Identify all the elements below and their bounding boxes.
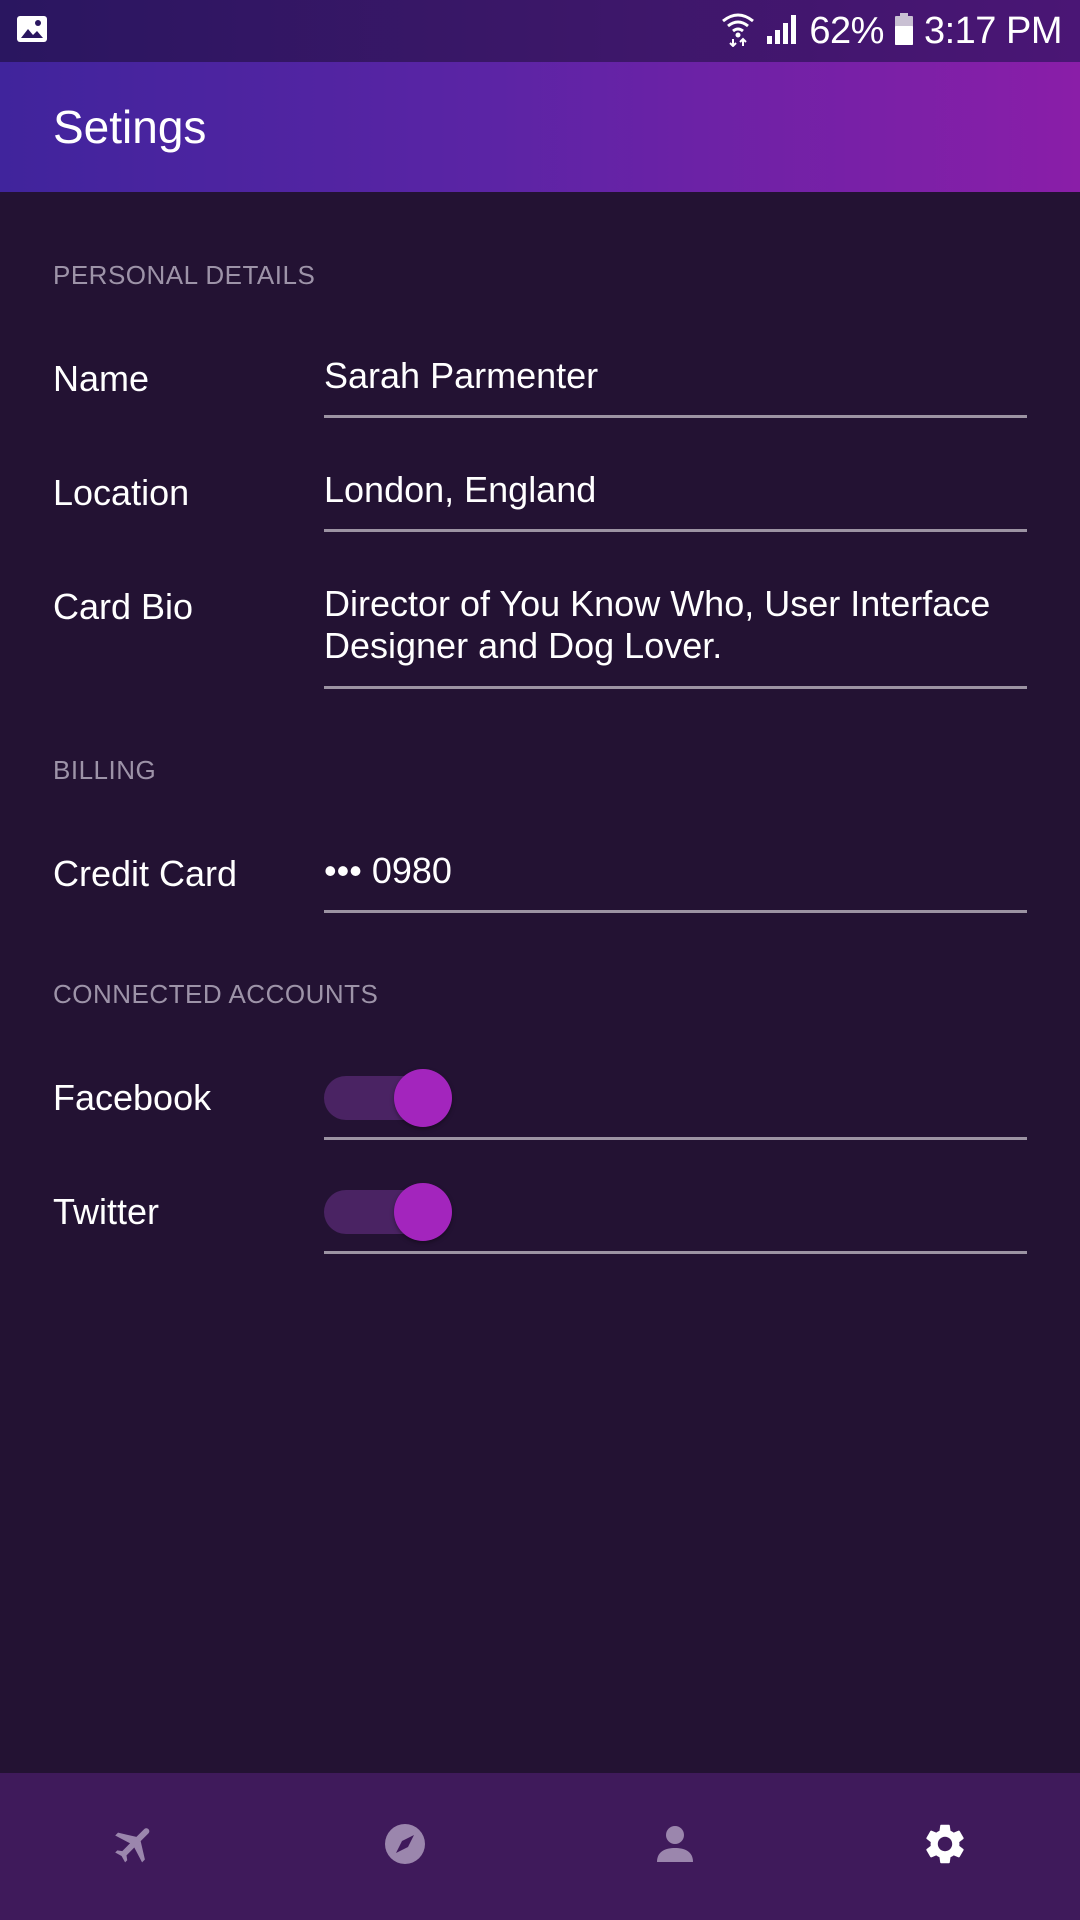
- name-field-underline: [324, 415, 1027, 418]
- bio-field[interactable]: Director of You Know Who, User Interface…: [324, 583, 1026, 667]
- credit-card-field-underline: [324, 910, 1027, 913]
- name-label: Name: [53, 358, 150, 399]
- credit-card-label: Credit Card: [53, 853, 238, 894]
- bio-field-underline: [324, 686, 1027, 689]
- airplane-icon: [111, 1820, 159, 1873]
- image-icon: [16, 13, 48, 50]
- twitter-label: Twitter: [53, 1191, 160, 1232]
- signal-icon: [765, 12, 799, 51]
- bottom-nav: [0, 1773, 1080, 1920]
- location-field[interactable]: London, England: [324, 469, 1026, 511]
- person-icon: [651, 1820, 699, 1873]
- credit-card-field[interactable]: ••• 0980: [324, 850, 1026, 892]
- twitter-underline: [324, 1251, 1027, 1254]
- facebook-toggle[interactable]: [324, 1069, 452, 1127]
- settings-screen: 62% 3:17 PM Setings PERSONAL DETAILS Nam…: [0, 0, 1080, 1920]
- status-bar: 62% 3:17 PM: [0, 0, 1080, 62]
- nav-item-trips[interactable]: [0, 1773, 270, 1920]
- clock: 3:17 PM: [923, 9, 1063, 52]
- facebook-label: Facebook: [53, 1077, 212, 1118]
- nav-item-settings[interactable]: [810, 1773, 1080, 1920]
- compass-icon: [381, 1820, 429, 1873]
- page-title: Setings: [53, 101, 207, 153]
- gear-icon: [921, 1820, 969, 1873]
- battery-percent: 62%: [809, 9, 884, 52]
- battery-icon: [894, 12, 914, 51]
- section-header-personal: PERSONAL DETAILS: [53, 260, 316, 290]
- bio-label: Card Bio: [53, 586, 194, 627]
- app-bar: Setings: [0, 62, 1080, 192]
- nav-item-explore[interactable]: [270, 1773, 540, 1920]
- twitter-toggle[interactable]: [324, 1183, 452, 1241]
- section-header-connected: CONNECTED ACCOUNTS: [53, 979, 379, 1009]
- twitter-toggle-thumb: [394, 1183, 452, 1241]
- facebook-toggle-thumb: [394, 1069, 452, 1127]
- facebook-underline: [324, 1137, 1027, 1140]
- location-label: Location: [53, 472, 190, 513]
- section-header-billing: BILLING: [53, 755, 157, 785]
- name-field[interactable]: Sarah Parmenter: [324, 355, 1026, 397]
- wifi-icon: [721, 11, 755, 52]
- nav-item-profile[interactable]: [540, 1773, 810, 1920]
- location-field-underline: [324, 529, 1027, 532]
